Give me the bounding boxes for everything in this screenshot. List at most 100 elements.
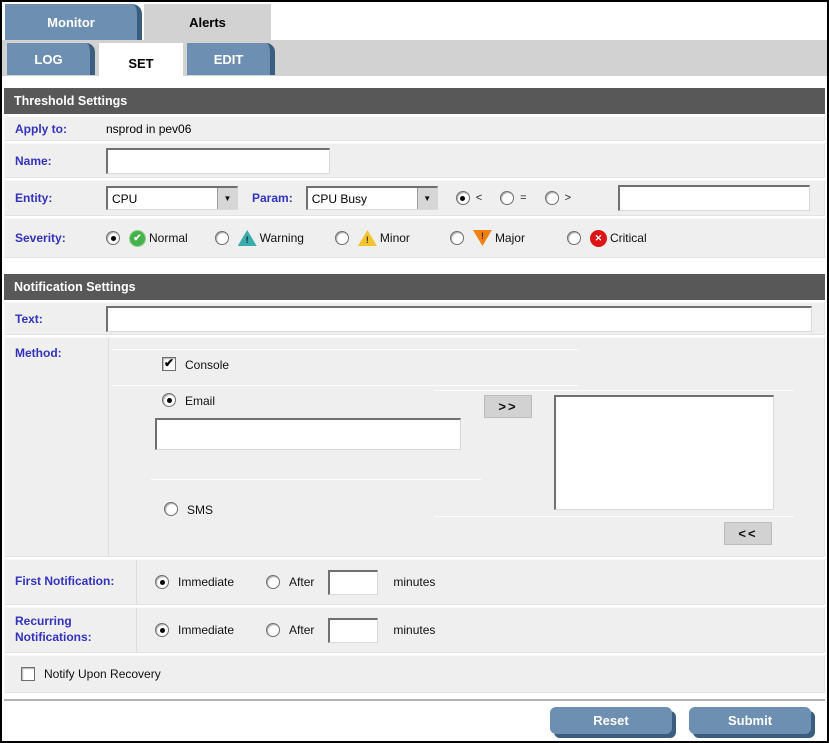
severity-warning-radio[interactable]: [215, 231, 229, 245]
notification-settings-header: Notification Settings: [4, 274, 825, 300]
text-row: Text:: [4, 302, 825, 335]
param-select-value: CPU Busy: [308, 188, 417, 209]
alert-form: Threshold Settings Apply to: nsprod in p…: [4, 88, 825, 693]
param-select[interactable]: CPU Busy ▼: [306, 186, 438, 210]
method-label: Method:: [5, 346, 106, 360]
console-checkbox[interactable]: [162, 357, 176, 371]
comparator-greater-label: >: [565, 192, 571, 204]
first-minutes-input[interactable]: [328, 570, 378, 595]
severity-row: Severity: ✔ Normal ! Warning ! Minor ! M…: [4, 218, 825, 258]
severity-minor-radio[interactable]: [335, 231, 349, 245]
recurring-notifications-label: Recurring Notifications:: [5, 614, 136, 645]
sms-radio[interactable]: [164, 502, 178, 516]
first-notification-options: Immediate After minutes: [136, 560, 824, 604]
name-label: Name:: [5, 154, 106, 168]
apply-to-row: Apply to: nsprod in pev06: [4, 116, 825, 141]
entity-row: Entity: CPU ▼ Param: CPU Busy ▼ < = >: [4, 180, 825, 216]
first-notification-row: First Notification: Immediate After minu…: [4, 559, 825, 605]
severity-normal-radio[interactable]: [106, 231, 120, 245]
apply-to-label: Apply to:: [5, 122, 106, 136]
severity-major-radio[interactable]: [450, 231, 464, 245]
divider: [434, 516, 794, 517]
chevron-down-icon: ▼: [217, 188, 237, 209]
comparator-less: <: [456, 191, 482, 205]
threshold-value-input[interactable]: [618, 185, 810, 211]
notification-text-input[interactable]: [106, 306, 812, 332]
severity-option-warning: ! Warning: [215, 230, 304, 246]
comparator-less-label: <: [476, 192, 482, 204]
primary-tab-bar: Monitor Alerts: [2, 2, 827, 40]
recurring-after-label: After: [289, 623, 314, 637]
comparator-equal: =: [500, 191, 526, 205]
tab-set[interactable]: SET: [99, 43, 183, 83]
form-footer: Reset Submit: [4, 699, 825, 734]
orange-down-triangle-icon: !: [473, 230, 492, 246]
yellow-warning-triangle-icon: !: [358, 230, 377, 246]
notify-upon-recovery-label: Notify Upon Recovery: [44, 667, 161, 681]
divider: [112, 349, 578, 350]
recurring-immediate-radio[interactable]: [155, 623, 169, 637]
green-check-circle-icon: ✔: [129, 230, 146, 247]
tab-monitor[interactable]: Monitor: [5, 4, 142, 40]
entity-select[interactable]: CPU ▼: [106, 186, 238, 210]
divider: [434, 390, 794, 391]
chevron-down-icon: ▼: [417, 188, 437, 209]
reset-button[interactable]: Reset: [550, 707, 672, 734]
severity-option-normal: ✔ Normal: [106, 230, 188, 247]
severity-option-minor: ! Minor: [335, 230, 410, 246]
severity-warning-label: Warning: [260, 231, 304, 245]
param-label: Param:: [238, 191, 306, 205]
divider: [151, 479, 481, 480]
recurring-minutes-label: minutes: [393, 623, 435, 637]
email-address-input[interactable]: [155, 418, 461, 450]
tab-log[interactable]: LOG: [7, 43, 95, 75]
severity-critical-radio[interactable]: [567, 231, 581, 245]
remove-recipient-button[interactable]: <<: [724, 522, 772, 545]
comparator-greater: >: [545, 191, 571, 205]
notify-upon-recovery-row: Notify Upon Recovery: [4, 655, 825, 693]
recurring-after-radio[interactable]: [266, 623, 280, 637]
red-x-circle-icon: ✕: [590, 230, 607, 247]
first-notification-label: First Notification:: [5, 574, 136, 590]
section-gap: [4, 260, 825, 274]
notify-upon-recovery-checkbox[interactable]: [21, 667, 35, 681]
apply-to-value: nsprod in pev06: [106, 122, 191, 136]
first-immediate-radio[interactable]: [155, 575, 169, 589]
first-after-label: After: [289, 575, 314, 589]
email-radio[interactable]: [162, 393, 176, 407]
sms-label: SMS: [187, 503, 213, 517]
tab-edit[interactable]: EDIT: [187, 43, 275, 75]
severity-normal-label: Normal: [149, 231, 188, 245]
console-label: Console: [185, 358, 229, 372]
first-immediate-label: Immediate: [178, 575, 234, 589]
submit-button[interactable]: Submit: [689, 707, 811, 734]
recurring-minutes-input[interactable]: [328, 618, 378, 643]
severity-critical-label: Critical: [610, 231, 647, 245]
tab-alerts[interactable]: Alerts: [144, 4, 271, 40]
name-row: Name:: [4, 143, 825, 178]
alerts-set-page: Monitor Alerts LOG SET EDIT Threshold Se…: [0, 0, 829, 743]
severity-option-major: ! Major: [450, 230, 525, 246]
recurring-notifications-row: Recurring Notifications: Immediate After…: [4, 607, 825, 653]
entity-select-value: CPU: [108, 188, 217, 209]
add-recipient-button[interactable]: >>: [484, 395, 532, 418]
first-after-radio[interactable]: [266, 575, 280, 589]
severity-option-critical: ✕ Critical: [567, 230, 647, 247]
recurring-immediate-label: Immediate: [178, 623, 234, 637]
comparator-equal-radio[interactable]: [500, 191, 514, 205]
first-minutes-label: minutes: [393, 575, 435, 589]
text-label: Text:: [5, 312, 106, 326]
severity-label: Severity:: [5, 231, 106, 245]
comparator-greater-radio[interactable]: [545, 191, 559, 205]
method-row: Method: Console Email SMS >> <<: [4, 337, 825, 557]
divider: [112, 385, 578, 386]
threshold-settings-header: Threshold Settings: [4, 88, 825, 114]
comparator-less-radio[interactable]: [456, 191, 470, 205]
comparator-equal-label: =: [520, 192, 526, 204]
divider: [108, 338, 109, 556]
severity-minor-label: Minor: [380, 231, 410, 245]
name-input[interactable]: [106, 148, 330, 174]
secondary-tab-bar: LOG SET EDIT: [2, 40, 827, 76]
recurring-notification-options: Immediate After minutes: [136, 608, 824, 652]
recipient-listbox[interactable]: [554, 395, 774, 510]
